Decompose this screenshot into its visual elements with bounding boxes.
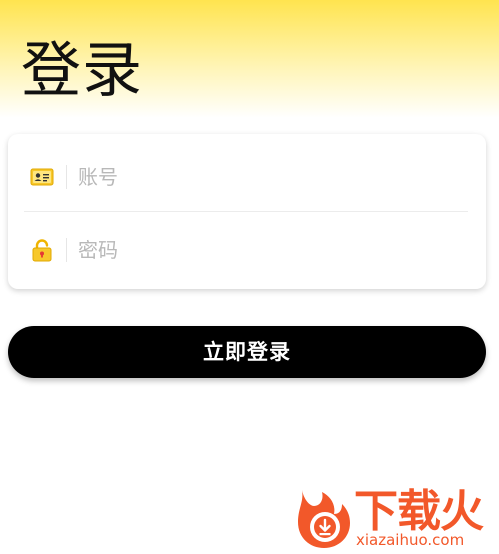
watermark-brand: 下载火	[354, 486, 484, 537]
password-separator	[66, 238, 67, 262]
password-input[interactable]	[78, 231, 458, 269]
password-row	[8, 211, 486, 287]
login-button[interactable]: 立即登录	[8, 326, 486, 378]
watermark-domain: xiazaihuo.com	[356, 531, 465, 549]
lock-icon	[30, 238, 54, 262]
fire-logo-icon	[294, 488, 352, 550]
account-separator	[66, 165, 67, 189]
id-card-icon	[30, 165, 54, 189]
account-row	[8, 138, 486, 214]
account-input[interactable]	[78, 158, 458, 196]
page-title: 登录	[21, 36, 143, 106]
watermark: 下载火 xiazaihuo.com	[294, 486, 494, 550]
login-form-card	[8, 134, 486, 289]
